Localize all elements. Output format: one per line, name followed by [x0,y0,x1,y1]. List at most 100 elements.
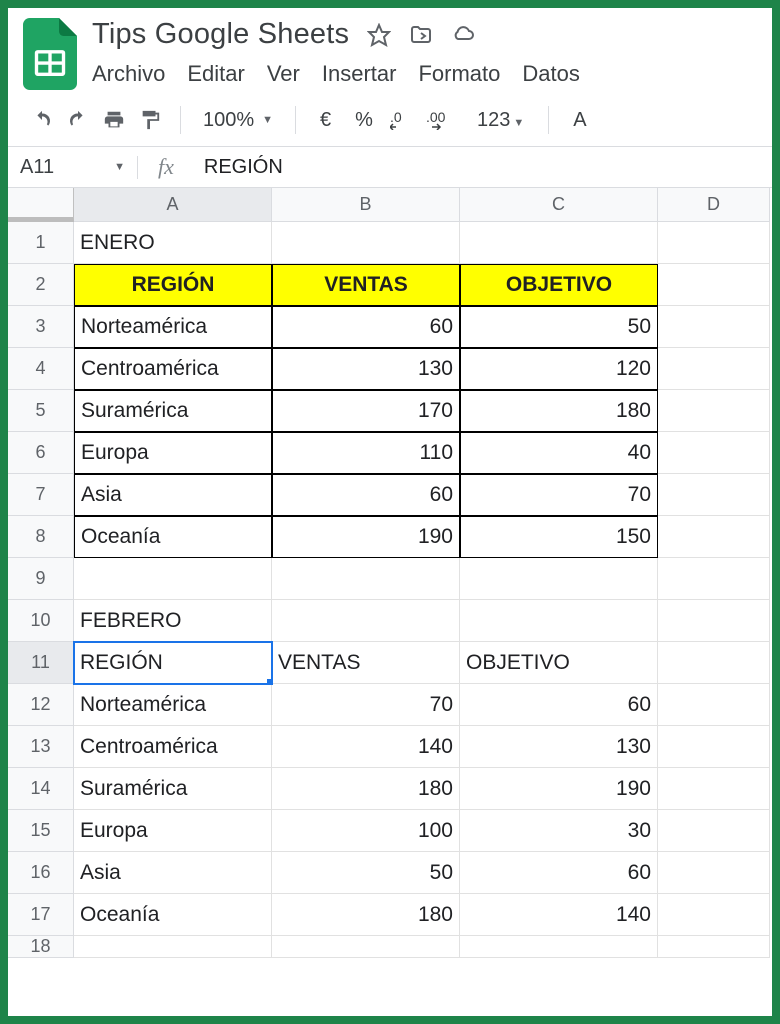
row-header[interactable]: 14 [8,768,74,810]
print-button[interactable] [98,104,130,136]
cell[interactable]: 190 [272,516,460,558]
decrease-decimal-button[interactable]: .0 [387,104,419,136]
cell[interactable] [74,558,272,600]
cell[interactable] [658,222,770,264]
undo-button[interactable] [26,104,58,136]
row-header[interactable]: 13 [8,726,74,768]
cell[interactable]: Europa [74,810,272,852]
cell[interactable]: Norteamérica [74,684,272,726]
cell[interactable] [658,768,770,810]
star-icon[interactable] [367,23,391,47]
row-header[interactable]: 2 [8,264,74,306]
row-header[interactable]: 16 [8,852,74,894]
cell[interactable]: Asia [74,852,272,894]
cell[interactable]: 140 [460,894,658,936]
row-header[interactable]: 18 [8,936,74,958]
row-header[interactable]: 15 [8,810,74,852]
cell[interactable]: 180 [460,390,658,432]
cell[interactable]: 50 [460,306,658,348]
cell[interactable] [658,432,770,474]
cell[interactable] [658,348,770,390]
cell[interactable] [658,306,770,348]
cell[interactable] [658,474,770,516]
cell[interactable]: Oceanía [74,516,272,558]
cell[interactable] [658,684,770,726]
cell[interactable] [74,936,272,958]
cell[interactable]: 150 [460,516,658,558]
row-header[interactable]: 5 [8,390,74,432]
cell[interactable]: 70 [460,474,658,516]
col-header-C[interactable]: C [460,188,658,222]
cell[interactable]: 180 [272,768,460,810]
row-header[interactable]: 9 [8,558,74,600]
cell[interactable] [460,222,658,264]
cell[interactable]: OBJETIVO [460,264,658,306]
cell[interactable]: 180 [272,894,460,936]
menu-format[interactable]: Formato [418,61,500,87]
cell[interactable] [658,600,770,642]
number-format-button[interactable]: 123 ▼ [467,109,534,132]
selected-cell[interactable]: REGIÓN [74,642,272,684]
row-header[interactable]: 3 [8,306,74,348]
col-header-D[interactable]: D [658,188,770,222]
cell[interactable]: Europa [74,432,272,474]
cell[interactable] [658,936,770,958]
selection-handle[interactable] [267,679,272,684]
cell[interactable] [658,894,770,936]
cell[interactable]: 50 [272,852,460,894]
cloud-status-icon[interactable] [451,23,475,47]
row-header[interactable]: 8 [8,516,74,558]
row-header[interactable]: 1 [8,222,74,264]
cell[interactable] [460,936,658,958]
cell[interactable]: 110 [272,432,460,474]
cell[interactable] [658,558,770,600]
cell[interactable]: Suramérica [74,390,272,432]
formula-input[interactable]: REGIÓN [194,156,772,179]
cell[interactable]: Asia [74,474,272,516]
cell[interactable] [460,558,658,600]
cell[interactable] [272,600,460,642]
cell[interactable] [658,852,770,894]
cell[interactable] [658,642,770,684]
row-header[interactable]: 10 [8,600,74,642]
cell[interactable] [272,558,460,600]
cell[interactable]: 60 [272,474,460,516]
cell[interactable]: Centroamérica [74,348,272,390]
cell[interactable]: Suramérica [74,768,272,810]
name-box[interactable]: A11 ▼ [8,156,138,179]
row-header[interactable]: 11 [8,642,74,684]
increase-decimal-button[interactable]: .00 [423,104,463,136]
row-header[interactable]: 17 [8,894,74,936]
row-header[interactable]: 4 [8,348,74,390]
cell[interactable]: 120 [460,348,658,390]
cell[interactable]: 30 [460,810,658,852]
font-dropdown-partial[interactable]: A [563,109,596,132]
cell[interactable]: 70 [272,684,460,726]
percent-button[interactable]: % [345,109,383,132]
col-header-A[interactable]: A [74,188,272,222]
menu-view[interactable]: Ver [267,61,300,87]
select-all-corner[interactable] [8,188,74,222]
menu-file[interactable]: Archivo [92,61,165,87]
menu-insert[interactable]: Insertar [322,61,397,87]
cell[interactable] [658,390,770,432]
row-header[interactable]: 12 [8,684,74,726]
redo-button[interactable] [62,104,94,136]
cell[interactable]: 100 [272,810,460,852]
menu-data[interactable]: Datos [522,61,579,87]
cell[interactable] [460,600,658,642]
cell[interactable] [658,810,770,852]
doc-title[interactable]: Tips Google Sheets [92,18,349,51]
cell[interactable]: 60 [272,306,460,348]
move-folder-icon[interactable] [409,23,433,47]
cell[interactable]: 190 [460,768,658,810]
cell[interactable]: 130 [460,726,658,768]
menu-edit[interactable]: Editar [187,61,244,87]
row-header[interactable]: 6 [8,432,74,474]
currency-button[interactable]: € [310,109,341,132]
paint-format-button[interactable] [134,104,166,136]
zoom-dropdown[interactable]: 100% ▼ [195,109,281,132]
cell[interactable]: REGIÓN [74,264,272,306]
cell[interactable] [658,726,770,768]
cell[interactable]: 170 [272,390,460,432]
